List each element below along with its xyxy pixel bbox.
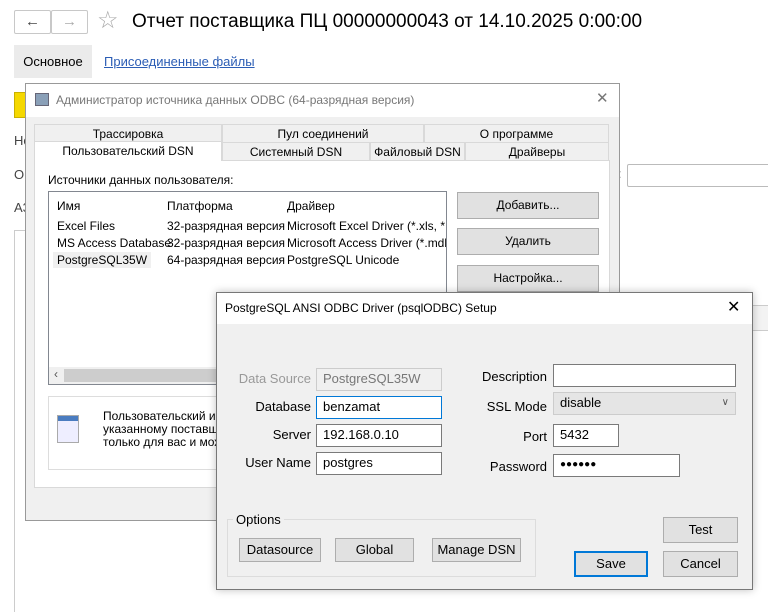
server-input[interactable]: 192.168.0.10 — [316, 424, 442, 447]
user-name-input[interactable]: postgres — [316, 452, 442, 475]
chevron-left-icon[interactable]: ‹ — [54, 367, 58, 381]
column-header-name[interactable]: Имя — [57, 199, 80, 213]
options-label: Options — [233, 512, 284, 527]
field-input[interactable] — [627, 164, 768, 187]
close-icon[interactable]: ✕ — [727, 297, 740, 317]
database-label: Database — [255, 399, 311, 414]
description-label: Description — [481, 369, 547, 384]
user-name-label: User Name — [245, 455, 311, 470]
star-icon[interactable]: ☆ — [97, 6, 119, 35]
odbc-app-icon — [35, 93, 49, 106]
cell: PostgreSQL Unicode — [287, 253, 400, 267]
table-row[interactable]: MS Access Database 32-разрядная версия M… — [49, 236, 446, 253]
server-label: Server — [272, 427, 311, 442]
tab-connection-pooling[interactable]: Пул соединений — [222, 124, 424, 144]
page-title: Отчет поставщика ПЦ 00000000043 от 14.10… — [132, 11, 643, 32]
port-label: Port — [523, 429, 547, 444]
data-source-icon — [57, 415, 79, 443]
list-label: Источники данных пользователя: — [48, 173, 234, 187]
field-label: О — [14, 167, 25, 182]
forward-button[interactable]: → — [51, 10, 88, 34]
cell: 32-разрядная версия — [167, 236, 286, 250]
psqlodbc-setup-dialog: PostgreSQL ANSI ODBC Driver (psqlODBC) S… — [216, 292, 753, 590]
cell: MS Access Database — [57, 236, 172, 250]
cell: Excel Files — [57, 219, 116, 233]
password-label: Password — [489, 459, 547, 474]
dialog-title: PostgreSQL ANSI ODBC Driver (psqlODBC) S… — [225, 301, 497, 315]
tab-main[interactable]: Основное — [14, 45, 92, 78]
tab-drivers[interactable]: Драйверы — [465, 142, 609, 162]
info-line: только для вас и може — [103, 435, 230, 449]
ssl-mode-value: disable — [560, 395, 602, 410]
table-row-selected[interactable]: PostgreSQL35W 64-разрядная версия Postgr… — [49, 252, 446, 270]
column-header-platform[interactable]: Платформа — [167, 199, 233, 213]
data-source-input: PostgreSQL35W — [316, 368, 442, 391]
info-text: Пользовательский ист указанному поставщи… — [103, 410, 229, 449]
back-button[interactable]: ← — [14, 10, 51, 34]
cell: Microsoft Excel Driver (*.xls, *.xlsx — [287, 219, 446, 233]
test-button[interactable]: Test — [663, 517, 738, 543]
description-input[interactable] — [553, 364, 736, 387]
tab-about[interactable]: О программе — [424, 124, 609, 144]
chevron-down-icon: ∨ — [721, 397, 729, 408]
title-bar: PostgreSQL ANSI ODBC Driver (psqlODBC) S… — [217, 293, 752, 324]
data-source-label: Data Source — [238, 371, 311, 386]
cell: 32-разрядная версия — [167, 219, 286, 233]
database-input[interactable]: benzamat — [316, 396, 442, 419]
cell: PostgreSQL35W — [53, 252, 152, 268]
dialog-title: Администратор источника данных ODBC (64-… — [56, 93, 415, 107]
manage-dsn-button[interactable]: Manage DSN — [432, 538, 521, 562]
add-button[interactable]: Добавить... — [457, 192, 599, 219]
cell: Microsoft Access Driver (*.mdb, *. — [287, 236, 446, 250]
cell: 64-разрядная версия — [167, 253, 286, 267]
port-input[interactable]: 5432 — [553, 424, 619, 447]
ssl-mode-label: SSL Mode — [486, 399, 547, 414]
ssl-mode-select[interactable]: disable ∨ — [553, 392, 736, 415]
tab-attached-files[interactable]: Присоединенные файлы — [104, 54, 255, 69]
configure-button[interactable]: Настройка... — [457, 265, 599, 292]
tab-user-dsn[interactable]: Пользовательский DSN — [34, 141, 222, 161]
save-button[interactable]: Save — [574, 551, 648, 577]
tab-file-dsn[interactable]: Файловый DSN — [370, 142, 465, 162]
cancel-button[interactable]: Cancel — [663, 551, 738, 577]
column-header-driver[interactable]: Драйвер — [287, 199, 335, 213]
arrow-left-icon: ← — [25, 13, 40, 30]
title-bar: Администратор источника данных ODBC (64-… — [26, 84, 619, 117]
arrow-right-icon: → — [62, 13, 77, 30]
global-button[interactable]: Global — [335, 538, 414, 562]
datasource-button[interactable]: Datasource — [239, 538, 321, 562]
remove-button[interactable]: Удалить — [457, 228, 599, 255]
table-row[interactable]: Excel Files 32-разрядная версия Microsof… — [49, 219, 446, 236]
close-icon[interactable]: ✕ — [596, 89, 609, 107]
tab-system-dsn[interactable]: Системный DSN — [222, 142, 370, 162]
password-input[interactable]: ●●●●●● — [553, 454, 680, 477]
